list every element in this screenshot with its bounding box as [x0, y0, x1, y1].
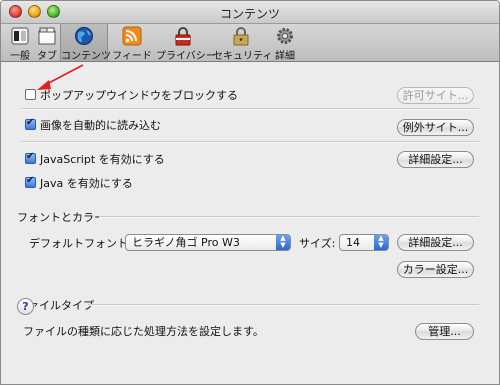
font-size-select[interactable]: 14 ▲ ▼ [339, 234, 389, 251]
gear-icon [277, 28, 293, 44]
select-arrows-icon: ▲ ▼ [276, 235, 290, 250]
default-font-label: デフォルトフォント: [29, 237, 132, 250]
tab-security[interactable]: セキュリティ [213, 24, 273, 62]
tabs-icon [38, 27, 56, 45]
switch-icon [11, 27, 29, 45]
help-button[interactable]: ? [17, 298, 34, 315]
load-images-checkbox[interactable] [25, 117, 36, 130]
exceptions-button[interactable]: 例外サイト... [397, 119, 474, 136]
colors-button[interactable]: カラー設定... [397, 261, 474, 278]
globe-icon [75, 27, 93, 45]
java-checkbox[interactable] [25, 175, 36, 188]
filetypes-description: ファイルの種類に応じた処理方法を設定します。 [23, 325, 264, 338]
default-font-value: ヒラギノ角ゴ Pro W3 [132, 236, 240, 249]
tab-privacy-label: プライバシー [156, 51, 216, 62]
title-bar[interactable]: コンテンツ [1, 1, 499, 24]
tab-privacy[interactable]: プライバシー [156, 24, 216, 62]
javascript-advanced-button[interactable]: 詳細設定... [397, 151, 474, 168]
tab-feeds[interactable]: フィード [112, 24, 152, 62]
select-arrows-icon: ▲ ▼ [374, 235, 388, 250]
privacy-lock-icon [175, 27, 191, 46]
preferences-window: コンテンツ 一般 タブ コンテンツ フィード プライバシー セキュリティ 詳細 … [0, 0, 500, 385]
divider [88, 304, 479, 306]
preferences-toolbar: 一般 タブ コンテンツ フィード プライバシー セキュリティ 詳細 [1, 24, 499, 62]
tab-advanced-label: 詳細 [275, 51, 295, 62]
tab-tabs[interactable]: タブ [35, 24, 59, 62]
padlock-icon [233, 27, 249, 46]
rss-icon [122, 26, 142, 46]
javascript-checkbox[interactable] [25, 151, 36, 164]
tab-security-label: セキュリティ [213, 51, 273, 62]
divider [99, 216, 479, 218]
default-font-select[interactable]: ヒラギノ角ゴ Pro W3 ▲ ▼ [125, 234, 291, 251]
tab-content-label: コンテンツ [61, 51, 111, 62]
size-label: サイズ: [299, 237, 336, 250]
tab-advanced[interactable]: 詳細 [271, 24, 299, 62]
content-pane: ポップアップウインドウをブロックする 許可サイト... 画像を自動的に読み込む … [1, 62, 499, 384]
tab-tabs-label: タブ [37, 51, 57, 62]
manage-button[interactable]: 管理... [415, 323, 474, 340]
annotation-arrow-icon [37, 64, 84, 90]
tab-general-label: 一般 [10, 51, 30, 62]
font-size-value: 14 [346, 236, 360, 249]
divider [21, 108, 479, 110]
tab-content[interactable]: コンテンツ [60, 24, 111, 62]
tab-general[interactable]: 一般 [7, 24, 33, 62]
fonts-advanced-button[interactable]: 詳細設定... [397, 234, 474, 251]
java-label: Java を有効にする [40, 177, 133, 190]
allowed-sites-button[interactable]: 許可サイト... [397, 87, 474, 104]
javascript-label: JavaScript を有効にする [40, 153, 165, 166]
fonts-section-title: フォントとカラー [17, 211, 105, 224]
load-images-label: 画像を自動的に読み込む [40, 119, 161, 132]
divider [21, 141, 479, 143]
window-title: コンテンツ [219, 7, 280, 21]
tab-feeds-label: フィード [112, 51, 152, 62]
